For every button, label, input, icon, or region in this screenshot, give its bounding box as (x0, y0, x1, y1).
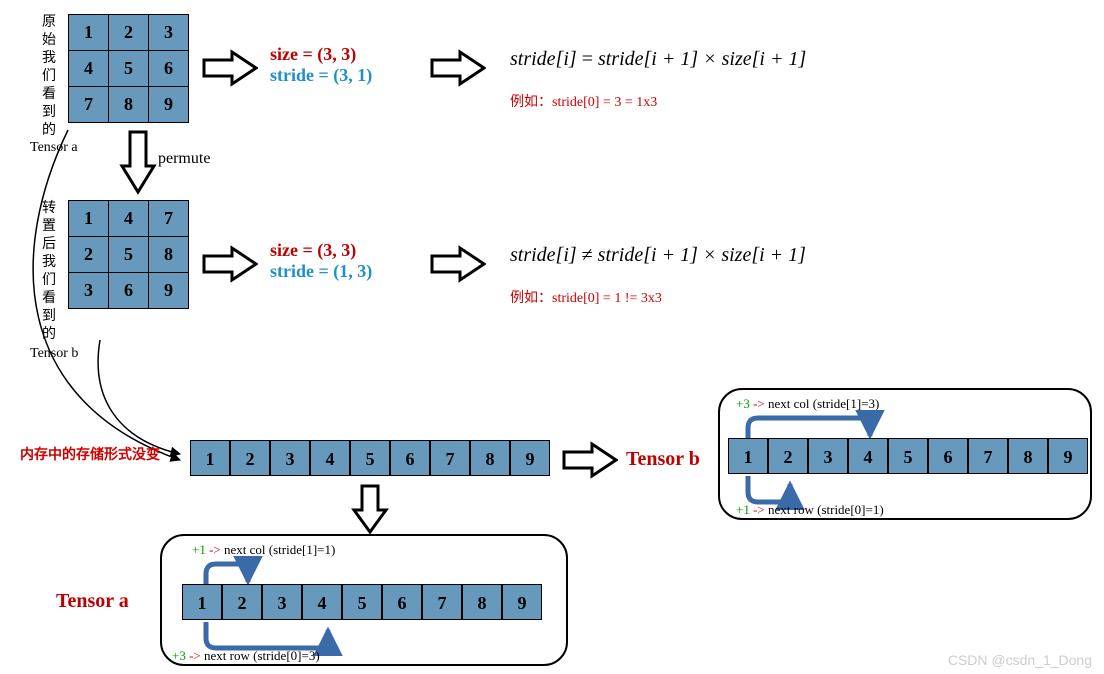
matrix-b: 147 258 369 (68, 200, 189, 314)
tensor-b-box: +3 -> next col (stride[1]=3) 123456789 +… (718, 388, 1092, 520)
vlabel-transposed: 转置后我们看到的 (42, 200, 60, 344)
formula-a: stride[i] = stride[i + 1] × size[i + 1] (510, 48, 806, 71)
stride-a-label: stride = (3, 1) (270, 65, 372, 86)
memory-note: 内存中的存储形式没变 (20, 444, 160, 464)
big-arrow-mem-b-icon (562, 440, 618, 485)
example-a: 例如：stride[0] = 3 = 1x3 (510, 91, 806, 111)
formula-b: stride[i] ≠ stride[i + 1] × size[i + 1] (510, 244, 806, 267)
example-b: 例如：stride[0] = 1 != 3x3 (510, 287, 806, 307)
tensor-a-box: +1 -> next col (stride[1]=1) 123456789 +… (160, 534, 568, 666)
size-a-label: size = (3, 3) (270, 44, 372, 65)
permute-arrow-icon (116, 130, 160, 201)
big-arrow-a2-icon (430, 48, 486, 93)
stride-b-label: stride = (1, 3) (270, 261, 372, 282)
big-arrow-a1-icon (202, 48, 258, 93)
vlabel-original: 原始我们看到的 (42, 14, 60, 140)
big-arrow-mem-a-icon (350, 484, 390, 539)
size-b-label: size = (3, 3) (270, 240, 372, 261)
watermark: CSDN @csdn_1_Dong (948, 652, 1092, 668)
tensor-a-label: Tensor a (56, 590, 129, 613)
permute-label: permute (158, 150, 210, 168)
big-arrow-b1-icon (202, 244, 258, 289)
caption-tensor-a: Tensor a (30, 140, 78, 156)
tensor-b-label: Tensor b (626, 448, 700, 471)
caption-tensor-b: Tensor b (30, 346, 78, 362)
matrix-a: 123 456 789 (68, 14, 189, 128)
tensor-a-memrow: 123456789 (182, 584, 542, 620)
big-arrow-b2-icon (430, 244, 486, 289)
tensor-b-memrow: 123456789 (728, 438, 1088, 474)
memory-row: 123456789 (190, 440, 550, 476)
